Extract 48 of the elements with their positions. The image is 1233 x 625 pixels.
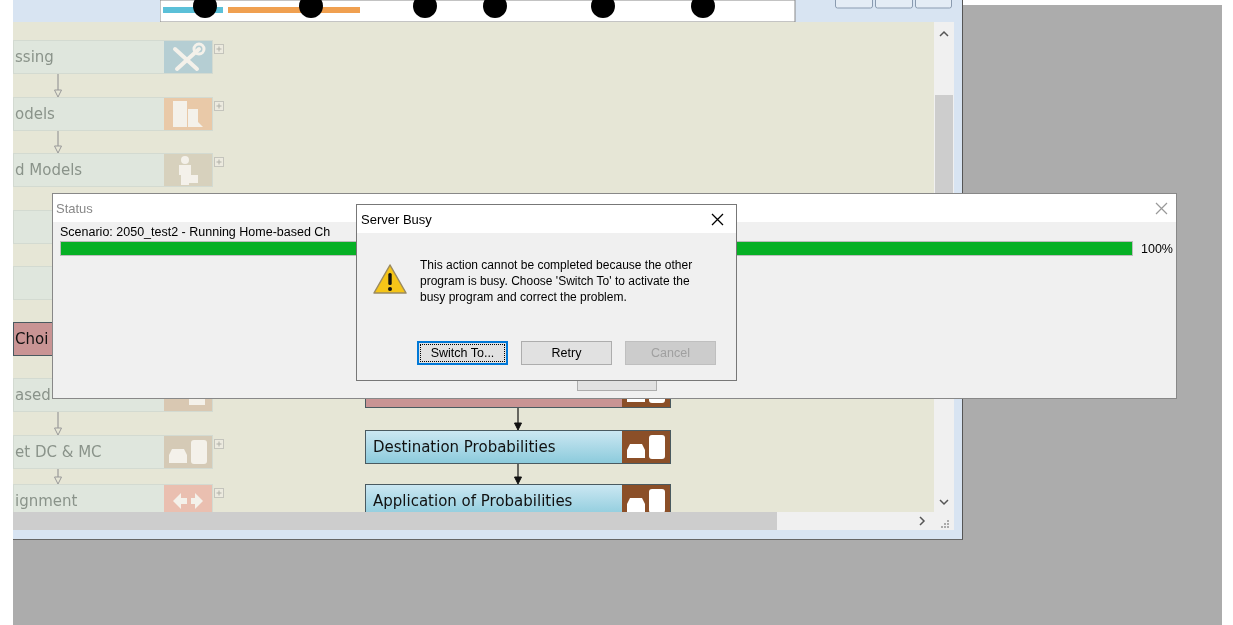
node-label: ignment: [15, 492, 78, 510]
connector-arrow: [53, 131, 63, 153]
connector-arrow: [513, 408, 523, 430]
expand-icon[interactable]: [214, 101, 224, 111]
node-label: Application of Probabilities: [373, 492, 573, 510]
retry-button[interactable]: Retry: [521, 341, 612, 365]
flow-node[interactable]: d Models: [13, 153, 213, 187]
flow-node[interactable]: ssing: [13, 40, 213, 74]
switch-to-button[interactable]: Switch To...: [417, 341, 508, 365]
flow-node[interactable]: odels: [13, 97, 213, 131]
building-icon: [172, 100, 204, 128]
expand-icon[interactable]: [214, 44, 224, 54]
node-label: Choi: [15, 330, 49, 348]
car-bus-icon: [626, 434, 666, 460]
flow-node[interactable]: et DC & MC: [13, 435, 213, 469]
dialog-title: Server Busy: [361, 211, 432, 227]
tools-icon: [170, 42, 206, 72]
close-icon[interactable]: [711, 212, 724, 226]
connector-arrow: [513, 464, 523, 484]
scroll-down-icon[interactable]: [938, 496, 950, 508]
dialog-title: Status: [56, 200, 93, 216]
node-label: d Models: [15, 161, 83, 179]
node-label: Destination Probabilities: [373, 438, 556, 456]
car-bus-icon: [168, 439, 208, 465]
node-label: et DC & MC: [15, 443, 102, 461]
node-label: ssing: [15, 48, 54, 66]
window-buttons-drawing[interactable]: [835, 0, 952, 9]
car-bus-icon: [626, 488, 666, 512]
connector-arrow: [53, 469, 63, 484]
node-label: odels: [15, 105, 55, 123]
person-icon: [177, 154, 199, 186]
flow-node[interactable]: Application of Probabilities: [365, 484, 671, 512]
status-message: Scenario: 2050_test2 - Running Home-based Ch: [60, 225, 332, 239]
progress-reading: 100%: [1141, 241, 1173, 256]
arrows-icon: [172, 492, 204, 510]
connector-arrow: [53, 74, 63, 97]
scrollbar-thumb[interactable]: [935, 95, 953, 195]
resize-grip-icon[interactable]: [938, 517, 950, 529]
expand-icon[interactable]: [214, 439, 224, 449]
flow-node[interactable]: Destination Probabilities: [365, 430, 671, 464]
flow-node[interactable]: ignment: [13, 484, 213, 512]
scrollbar-thumb[interactable]: [13, 512, 777, 530]
dialog-message: This action cannot be completed because the other program is busy. Choose 'Switch To' to activate the busy program and correct the problem.: [420, 257, 694, 306]
warning-icon: [372, 263, 408, 295]
scroll-right-icon[interactable]: [916, 515, 928, 527]
expand-icon[interactable]: [214, 157, 224, 167]
expand-icon[interactable]: [214, 488, 224, 498]
node-label: ased: [15, 386, 51, 404]
